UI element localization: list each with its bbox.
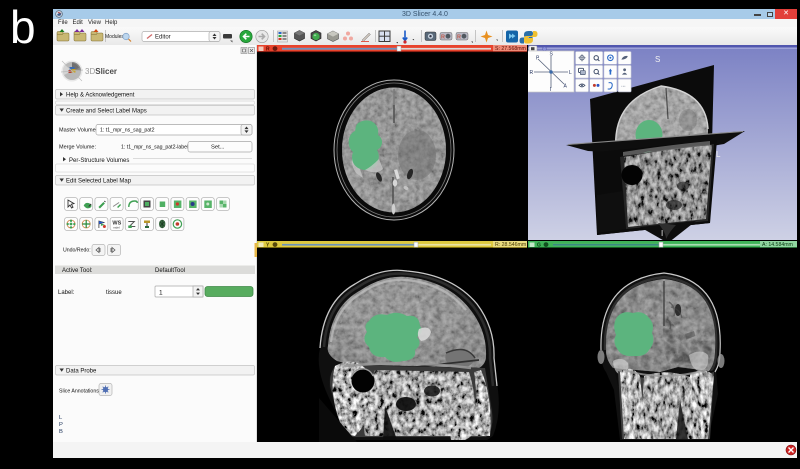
- svg-text:Label:: Label:: [58, 290, 75, 296]
- svg-text:I: I: [550, 87, 551, 93]
- svg-text:3DSlicer: 3DSlicer: [85, 67, 117, 76]
- svg-text:L: L: [716, 150, 721, 159]
- svg-text:P: P: [59, 422, 63, 428]
- svg-text:DefaultTool: DefaultTool: [155, 268, 185, 274]
- svg-text:R: 28.546mm: R: 28.546mm: [495, 242, 526, 248]
- svg-text:Editor: Editor: [155, 34, 171, 40]
- svg-text:Modules:: Modules:: [105, 34, 125, 40]
- svg-text:A: 14.584mm: A: 14.584mm: [762, 242, 793, 248]
- svg-text:1: t1_mpr_ns_sag_pat2: 1: t1_mpr_ns_sag_pat2: [100, 128, 155, 134]
- svg-text:S: S: [655, 55, 660, 64]
- svg-text:B: B: [59, 429, 63, 435]
- svg-text:Undo/Redo:: Undo/Redo:: [63, 248, 91, 254]
- svg-text:1: 1: [159, 290, 163, 297]
- svg-text:L: L: [569, 70, 572, 76]
- svg-text:Per-Structure Volumes: Per-Structure Volumes: [69, 158, 129, 164]
- svg-text:mdel: mdel: [113, 226, 120, 230]
- svg-text:G: G: [537, 243, 541, 249]
- svg-text:tissue: tissue: [106, 290, 122, 296]
- svg-text:R: R: [441, 34, 445, 40]
- svg-text:Master Volume:: Master Volume:: [59, 128, 98, 134]
- svg-text:Merge Volume:: Merge Volume:: [59, 145, 96, 151]
- svg-text:Create and Select Label Maps: Create and Select Label Maps: [66, 109, 147, 115]
- svg-text:R: R: [457, 34, 461, 40]
- svg-text:R: R: [530, 70, 534, 76]
- svg-text:Data Probe: Data Probe: [66, 369, 97, 375]
- svg-text:S: 27.568mm: S: 27.568mm: [495, 46, 526, 52]
- svg-text:Help & Acknowledgement: Help & Acknowledgement: [66, 93, 135, 99]
- svg-text:Slice Annotations:: Slice Annotations:: [59, 389, 100, 395]
- svg-text:Active Tool:: Active Tool:: [62, 268, 93, 274]
- svg-text:I: I: [661, 229, 663, 238]
- svg-text:Edit Selected Label Map: Edit Selected Label Map: [66, 179, 132, 185]
- svg-text:R: R: [266, 47, 270, 53]
- svg-text:Set...: Set...: [211, 145, 225, 151]
- svg-text:...: ...: [621, 82, 626, 88]
- svg-text:1: t1_mpr_ns_sag_pat2-label: 1: t1_mpr_ns_sag_pat2-label: [121, 145, 188, 151]
